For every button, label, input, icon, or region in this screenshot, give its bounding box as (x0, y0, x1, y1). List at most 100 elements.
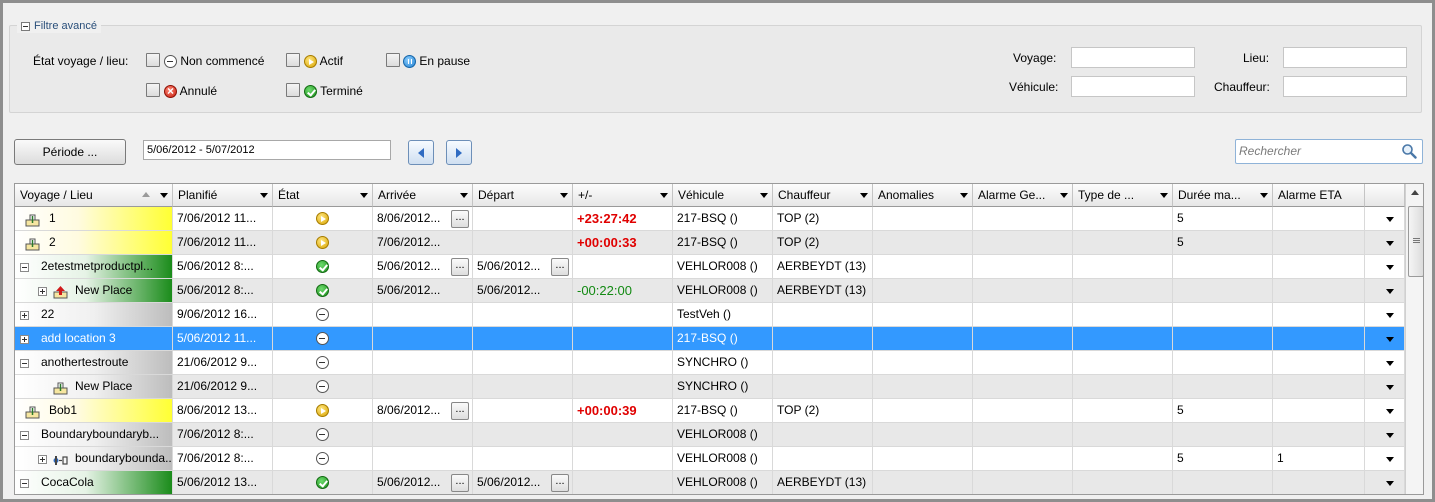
previous-period-button[interactable] (408, 140, 434, 165)
cell-etat[interactable] (273, 423, 373, 447)
cell-alarme_ge[interactable] (973, 255, 1073, 279)
column-filter-dropdown-icon[interactable] (1160, 193, 1168, 198)
cell-duree[interactable] (1173, 351, 1273, 375)
column-header-vehicule[interactable]: Véhicule (673, 184, 773, 207)
cell-depart[interactable] (473, 207, 573, 231)
cell-arrivee[interactable] (373, 303, 473, 327)
cell-etat[interactable] (273, 231, 373, 255)
table-row[interactable]: add location 3 5/06/2012 11... 217-BSQ () (15, 327, 1405, 351)
cell-eta[interactable] (1273, 279, 1365, 303)
collapse-icon[interactable] (20, 359, 29, 368)
table-row[interactable]: Boundaryboundaryb... 7/06/2012 8:... VEHLO… (15, 423, 1405, 447)
cell-vehicule[interactable]: TestVeh () (673, 303, 773, 327)
cell-arrivee[interactable] (373, 447, 473, 471)
cell-type[interactable] (1073, 207, 1173, 231)
cell-chauffeur[interactable]: TOP (2) (773, 399, 873, 423)
collapse-icon[interactable] (20, 479, 29, 488)
expand-icon[interactable] (38, 287, 47, 296)
cell-vehicule[interactable]: VEHLOR008 () (673, 447, 773, 471)
cell-planifie[interactable]: 9/06/2012 16... (173, 303, 273, 327)
cell-depart[interactable] (473, 399, 573, 423)
cell-type[interactable] (1073, 303, 1173, 327)
cell-vehicule[interactable]: VEHLOR008 () (673, 471, 773, 494)
vehicule-input[interactable] (1071, 76, 1195, 97)
row-menu-dropdown-icon[interactable] (1386, 433, 1394, 438)
cell-arrivee[interactable]: 8/06/2012...... (373, 399, 473, 423)
scroll-up-icon[interactable] (1411, 190, 1419, 195)
edit-arrival-button[interactable]: ... (451, 402, 469, 420)
cell-type[interactable] (1073, 351, 1173, 375)
cell-delta[interactable] (573, 303, 673, 327)
cell-anomalies[interactable] (873, 399, 973, 423)
cell-planifie[interactable]: 7/06/2012 8:... (173, 447, 273, 471)
row-menu-dropdown-icon[interactable] (1386, 409, 1394, 414)
cell-actions[interactable] (1365, 303, 1405, 327)
cell-anomalies[interactable] (873, 471, 973, 494)
cell-depart[interactable] (473, 327, 573, 351)
next-period-button[interactable] (446, 140, 472, 165)
cell-alarme_ge[interactable] (973, 279, 1073, 303)
cell-depart[interactable] (473, 375, 573, 399)
cell-type[interactable] (1073, 399, 1173, 423)
cell-alarme_ge[interactable] (973, 231, 1073, 255)
checkbox-not-started[interactable] (146, 53, 160, 67)
vertical-scrollbar[interactable] (1405, 184, 1423, 494)
cell-delta[interactable] (573, 423, 673, 447)
cell-type[interactable] (1073, 231, 1173, 255)
advanced-filter-legend[interactable]: Filtre avancé (17, 19, 101, 33)
expand-icon[interactable] (20, 335, 29, 344)
column-header-delta[interactable]: +/- (573, 184, 673, 207)
voyage-input[interactable] (1071, 47, 1195, 68)
cell-actions[interactable] (1365, 399, 1405, 423)
cell-anomalies[interactable] (873, 447, 973, 471)
cell-planifie[interactable]: 21/06/2012 9... (173, 351, 273, 375)
row-menu-dropdown-icon[interactable] (1386, 337, 1394, 342)
cell-alarme_ge[interactable] (973, 375, 1073, 399)
cell-type[interactable] (1073, 471, 1173, 494)
column-header-duree[interactable]: Durée ma... (1173, 184, 1273, 207)
row-menu-dropdown-icon[interactable] (1386, 313, 1394, 318)
column-header-planifie[interactable]: Planifié (173, 184, 273, 207)
cell-anomalies[interactable] (873, 375, 973, 399)
table-row[interactable]: New Place 5/06/2012 8:... 5/06/2012... 5/06… (15, 279, 1405, 303)
cell-planifie[interactable]: 8/06/2012 13... (173, 399, 273, 423)
column-header-anomalies[interactable]: Anomalies (873, 184, 973, 207)
cell-name[interactable]: Bob1 (15, 399, 173, 423)
date-range-field[interactable]: 5/06/2012 - 5/07/2012 (143, 140, 391, 160)
column-filter-dropdown-icon[interactable] (1260, 193, 1268, 198)
cell-planifie[interactable]: 7/06/2012 11... (173, 231, 273, 255)
cell-alarme_ge[interactable] (973, 207, 1073, 231)
cell-type[interactable] (1073, 279, 1173, 303)
checkbox-cancelled[interactable] (146, 83, 160, 97)
cell-etat[interactable] (273, 471, 373, 494)
cell-arrivee[interactable] (373, 327, 473, 351)
cell-eta[interactable] (1273, 375, 1365, 399)
cell-chauffeur[interactable]: AERBEYDT (13) (773, 255, 873, 279)
cell-duree[interactable] (1173, 255, 1273, 279)
search-icon[interactable] (1401, 143, 1417, 159)
cell-planifie[interactable]: 7/06/2012 11... (173, 207, 273, 231)
cell-actions[interactable] (1365, 471, 1405, 494)
column-filter-dropdown-icon[interactable] (660, 193, 668, 198)
cell-etat[interactable] (273, 279, 373, 303)
cell-actions[interactable] (1365, 231, 1405, 255)
cell-planifie[interactable]: 5/06/2012 13... (173, 471, 273, 494)
cell-eta[interactable] (1273, 303, 1365, 327)
edit-departure-button[interactable]: ... (551, 258, 569, 276)
cell-alarme_ge[interactable] (973, 447, 1073, 471)
cell-delta[interactable]: +00:00:39 (573, 399, 673, 423)
cell-eta[interactable] (1273, 255, 1365, 279)
cell-planifie[interactable]: 5/06/2012 8:... (173, 279, 273, 303)
cell-duree[interactable] (1173, 423, 1273, 447)
column-header-eta[interactable]: Alarme ETA (1273, 184, 1365, 207)
table-row[interactable]: 22 9/06/2012 16... TestVeh () (15, 303, 1405, 327)
checkbox-finished[interactable] (286, 83, 300, 97)
cell-actions[interactable] (1365, 375, 1405, 399)
cell-alarme_ge[interactable] (973, 399, 1073, 423)
cell-type[interactable] (1073, 447, 1173, 471)
cell-actions[interactable] (1365, 327, 1405, 351)
cell-actions[interactable] (1365, 423, 1405, 447)
cell-vehicule[interactable]: SYNCHRO () (673, 351, 773, 375)
column-header-name[interactable]: Voyage / Lieu (15, 184, 173, 207)
cell-arrivee[interactable] (373, 351, 473, 375)
